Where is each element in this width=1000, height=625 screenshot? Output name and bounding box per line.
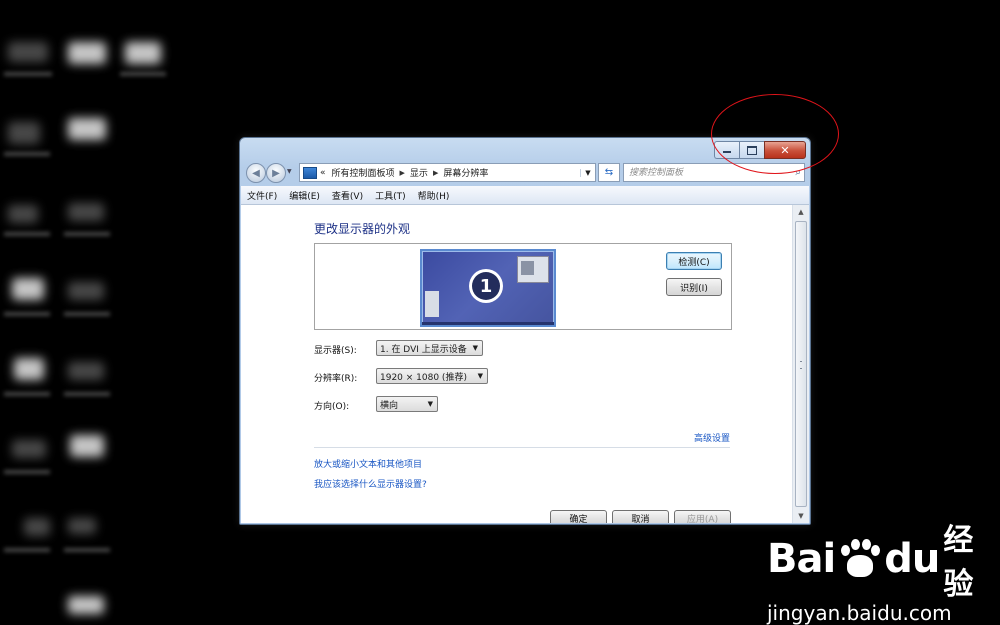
- forward-arrow-icon: ▶: [272, 167, 280, 179]
- cancel-button[interactable]: 取消: [612, 510, 669, 523]
- text-size-link[interactable]: 放大或缩小文本和其他项目: [314, 457, 422, 470]
- scroll-up-icon[interactable]: ▲: [793, 205, 809, 219]
- baidu-brand-suffix: du: [884, 536, 940, 582]
- taskbar-thumbnail: [422, 322, 554, 325]
- ok-button[interactable]: 确定: [550, 510, 607, 523]
- address-dropdown-icon[interactable]: ▼: [580, 168, 595, 177]
- menu-bar: 文件(F) 编辑(E) 查看(V) 工具(T) 帮助(H): [241, 186, 809, 205]
- monitor-arrangement-panel: 1 检测(C) 识别(I): [314, 243, 732, 330]
- orientation-select[interactable]: 横向 ▼: [376, 396, 438, 412]
- baidu-watermark: Bai du 经验 jingyan.baidu.com: [767, 515, 1000, 625]
- baidu-product: 经验: [943, 523, 973, 602]
- scroll-grip-icon: [800, 361, 802, 369]
- desktop-icon[interactable]: [68, 518, 96, 534]
- window-thumbnail-icon: [517, 256, 549, 283]
- identify-button[interactable]: 识别(I): [666, 278, 722, 296]
- desktop-icon[interactable]: [8, 122, 40, 144]
- desktop-icon[interactable]: [8, 205, 38, 223]
- content-area: 更改显示器的外观 1 检测(C) 识别(I) 显示器(S): 1. 在 DVI …: [241, 205, 793, 523]
- baidu-logo: Bai du 经验: [767, 515, 1000, 603]
- divider: [314, 447, 730, 448]
- breadcrumb-display[interactable]: 显示: [410, 166, 428, 179]
- resolution-value: 1920 × 1080 (推荐): [380, 372, 467, 383]
- forward-button[interactable]: ▶: [266, 163, 286, 183]
- desktop-icon[interactable]: [12, 278, 44, 300]
- annotation-circle: [711, 94, 839, 174]
- detect-button[interactable]: 检测(C): [666, 252, 722, 270]
- refresh-button[interactable]: ⇆: [598, 163, 620, 182]
- orientation-value: 横向: [380, 400, 399, 411]
- menu-file[interactable]: 文件(F): [247, 189, 277, 202]
- chevron-down-icon: ▼: [472, 344, 478, 352]
- desktop-icon[interactable]: [8, 42, 48, 62]
- menu-tools[interactable]: 工具(T): [375, 189, 406, 202]
- monitor-number: 1: [472, 272, 500, 300]
- desktop-icon[interactable]: [68, 203, 104, 221]
- display-select[interactable]: 1. 在 DVI 上显示设备 ▼: [376, 340, 483, 356]
- desktop-icon[interactable]: [68, 118, 106, 140]
- monitor-1[interactable]: 1: [420, 249, 556, 327]
- desktop-icon[interactable]: [70, 435, 104, 457]
- desktop-icon[interactable]: [68, 42, 106, 64]
- advanced-settings-link[interactable]: 高级设置: [694, 431, 730, 444]
- address-bar[interactable]: « 所有控制面板项 ▶ 显示 ▶ 屏幕分辨率 ▼: [299, 163, 596, 182]
- chevron-down-icon: ▼: [427, 400, 433, 408]
- resolution-label: 分辨率(R):: [314, 374, 358, 384]
- apply-button[interactable]: 应用(A): [674, 510, 731, 523]
- desktop-icon[interactable]: [68, 362, 104, 380]
- menu-view[interactable]: 查看(V): [332, 189, 363, 202]
- recent-pages-dropdown[interactable]: ▼: [287, 168, 292, 175]
- chevron-down-icon: ▼: [477, 372, 483, 380]
- back-button[interactable]: ◀: [246, 163, 266, 183]
- breadcrumb-screen-resolution[interactable]: 屏幕分辨率: [443, 166, 488, 179]
- breadcrumb-separator-icon[interactable]: ▶: [433, 169, 438, 177]
- desktop-icon[interactable]: [12, 440, 46, 458]
- scroll-thumb[interactable]: [795, 221, 807, 507]
- sidebar-thumbnail-icon: [425, 291, 439, 317]
- resolution-select[interactable]: 1920 × 1080 (推荐) ▼: [376, 368, 488, 384]
- paw-icon: [838, 539, 881, 579]
- address-overflow[interactable]: «: [320, 168, 326, 178]
- navigation-bar: ◀ ▶ ▼ « 所有控制面板项 ▶ 显示 ▶ 屏幕分辨率 ▼ ⇆ ⌕: [246, 162, 805, 184]
- screen-resolution-window: ✕ ◀ ▶ ▼ « 所有控制面板项 ▶ 显示 ▶ 屏幕分辨率 ▼ ⇆ ⌕ 文件(…: [239, 137, 811, 525]
- control-panel-icon: [303, 166, 317, 179]
- refresh-icon: ⇆: [604, 167, 614, 178]
- menu-help[interactable]: 帮助(H): [418, 189, 450, 202]
- desktop-icon[interactable]: [125, 42, 161, 64]
- baidu-brand: Bai: [767, 536, 836, 582]
- breadcrumb-all-items[interactable]: 所有控制面板项: [332, 166, 395, 179]
- monitor-number-badge: 1: [469, 269, 503, 303]
- display-settings-help-link[interactable]: 我应该选择什么显示器设置?: [314, 477, 427, 490]
- display-value: 1. 在 DVI 上显示设备: [380, 344, 467, 355]
- menu-edit[interactable]: 编辑(E): [289, 189, 320, 202]
- desktop-icon[interactable]: [24, 518, 50, 536]
- desktop-icon[interactable]: [68, 282, 104, 300]
- desktop-icon[interactable]: [68, 596, 104, 614]
- breadcrumb-separator-icon[interactable]: ▶: [400, 169, 405, 177]
- back-arrow-icon: ◀: [252, 167, 260, 179]
- desktop-icon[interactable]: [14, 358, 44, 380]
- display-label: 显示器(S):: [314, 346, 357, 356]
- watermark-url: jingyan.baidu.com: [767, 601, 952, 625]
- orientation-label: 方向(O):: [314, 402, 350, 412]
- page-title: 更改显示器的外观: [314, 222, 411, 236]
- vertical-scrollbar[interactable]: ▲ ▼: [792, 205, 809, 523]
